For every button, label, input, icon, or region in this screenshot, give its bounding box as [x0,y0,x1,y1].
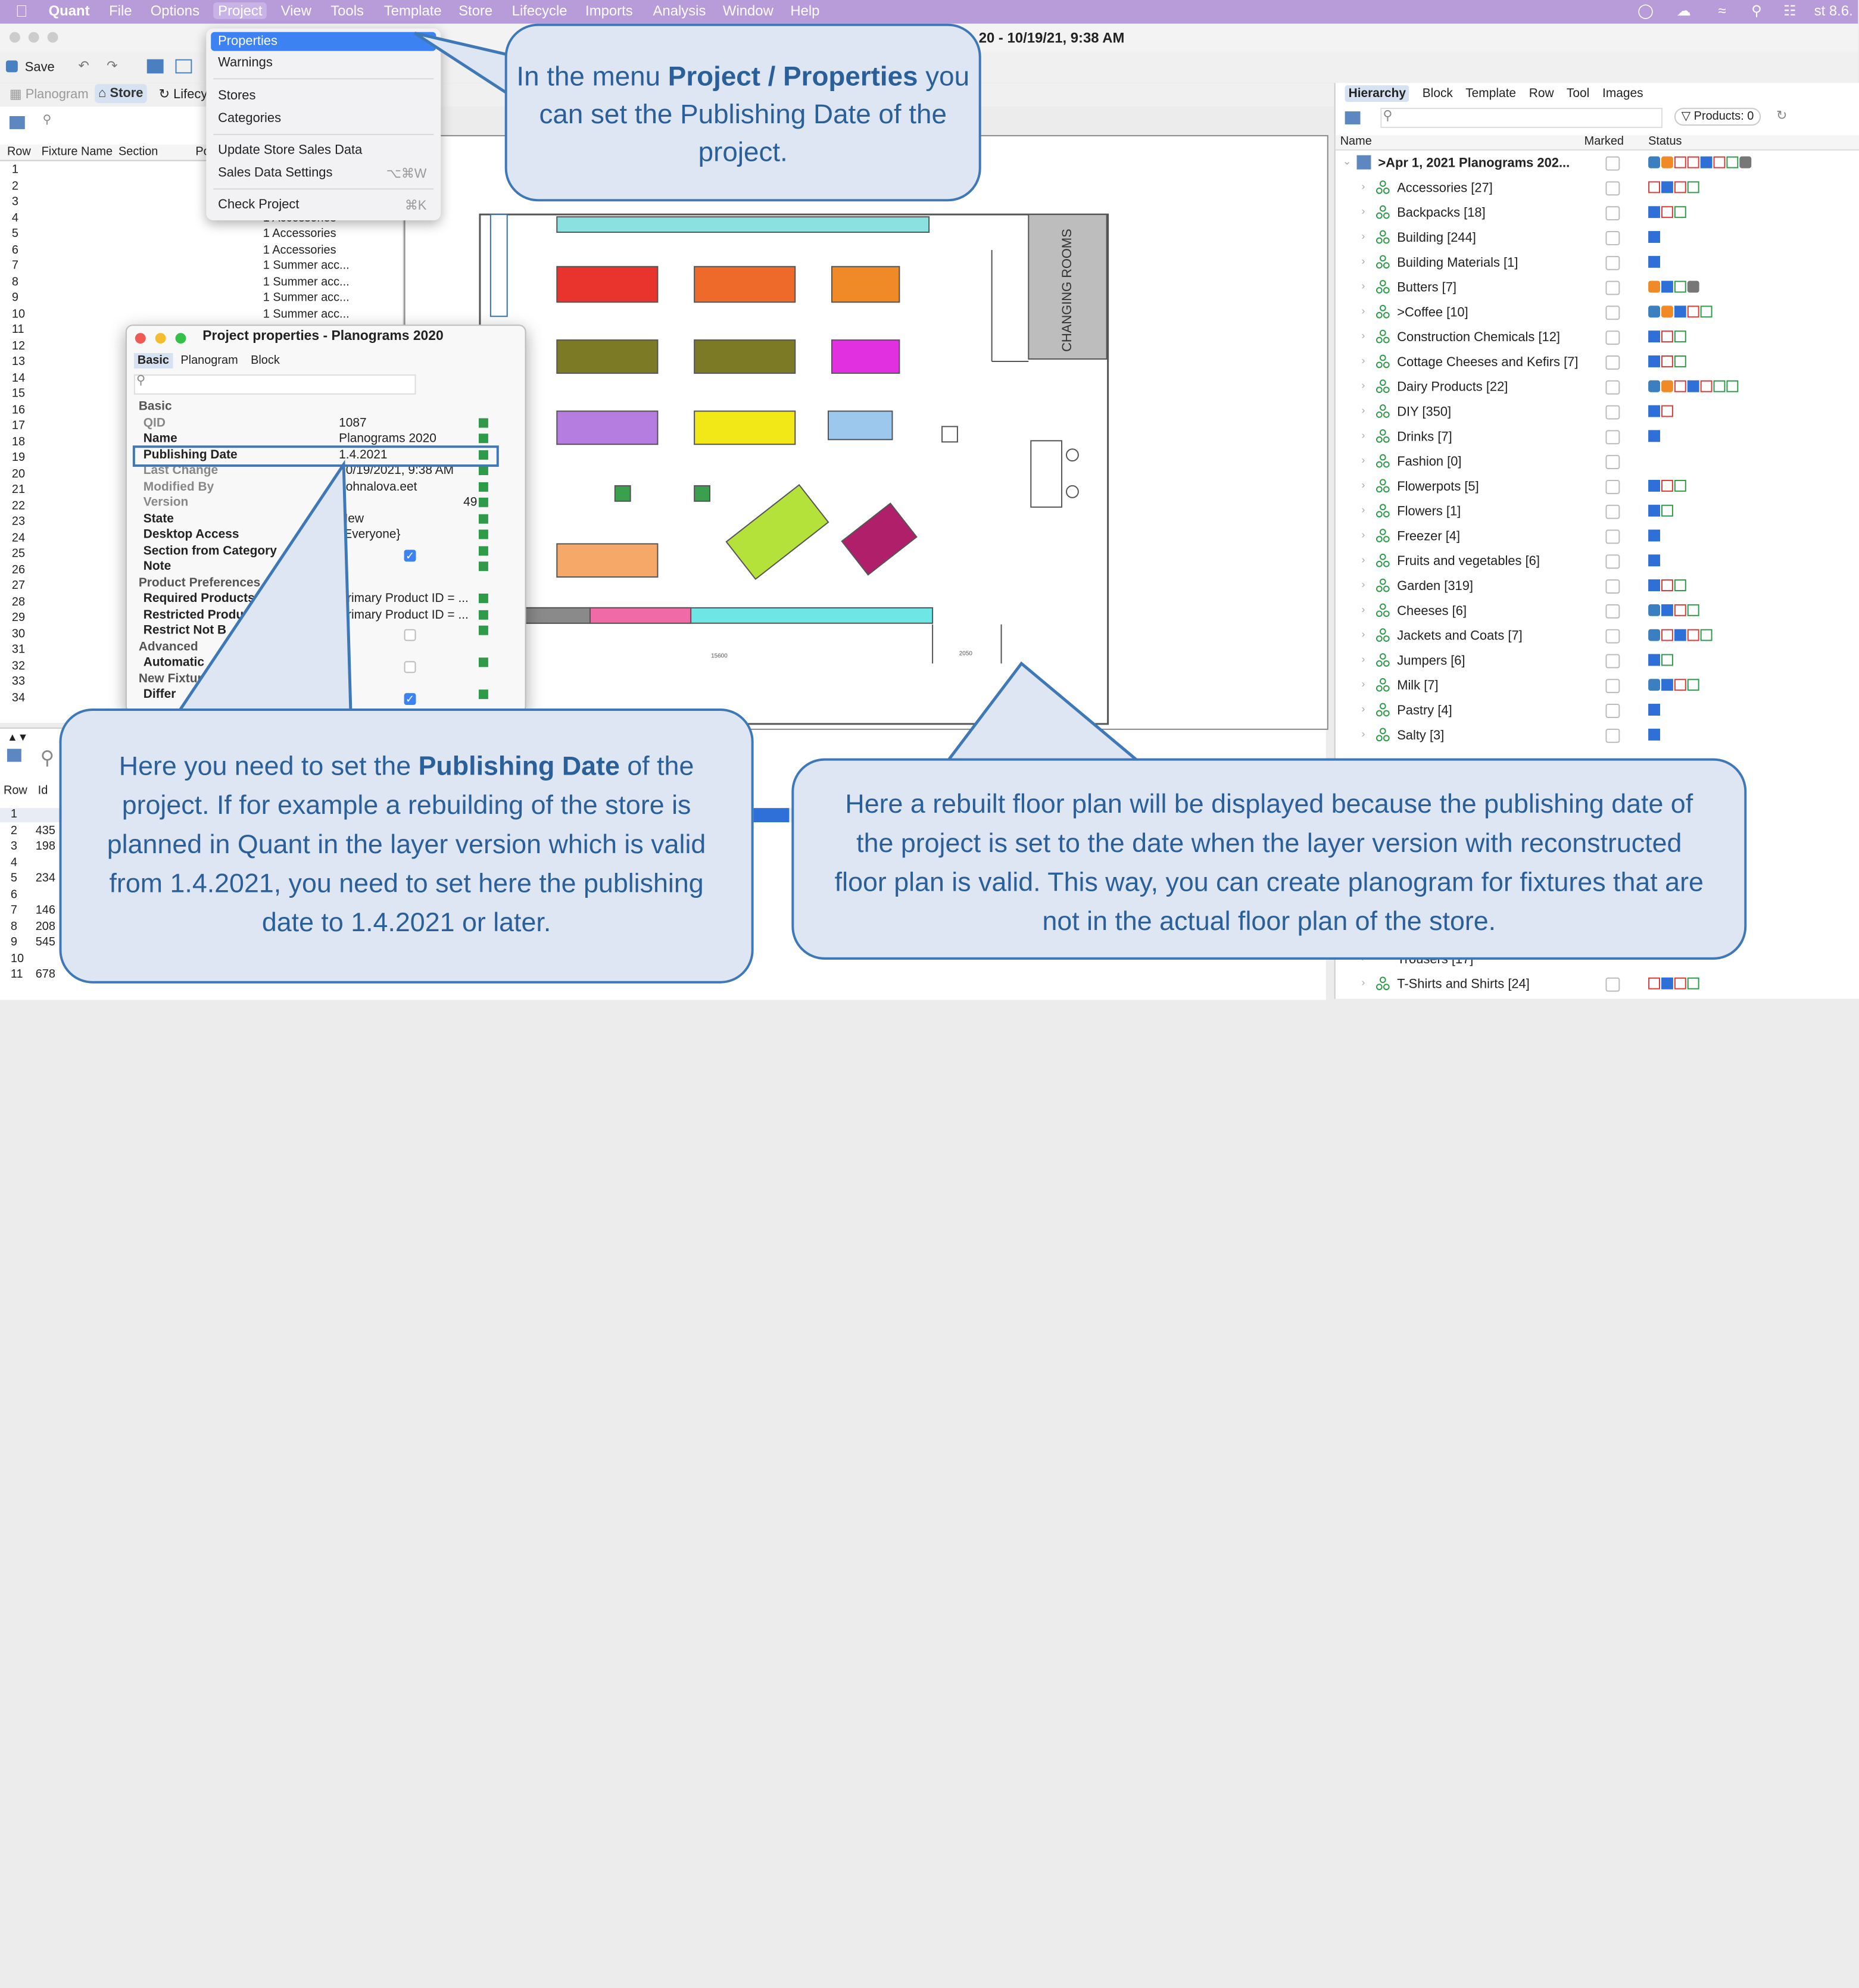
pointer-left [174,460,353,715]
callout-right-text: Here a rebuilt floor plan will be displa… [834,789,1704,937]
callout-left-bold: Publishing Date [418,751,620,781]
pointer-right [945,661,1142,763]
pointer-top [414,32,511,98]
callout-floor-plan: Here a rebuilt floor plan will be displa… [791,758,1747,960]
callout-publishing-date: Here you need to set the Publishing Date… [59,709,754,984]
callout-menu-pre: In the menu [516,60,668,92]
callout-menu-bold: Project / Properties [668,60,918,92]
callout-menu: In the menu Project / Properties you can… [504,23,981,202]
callout-left-pre: Here you need to set the [118,751,419,781]
app-root:  Quant File Options Project View Tools … [0,0,1859,1988]
